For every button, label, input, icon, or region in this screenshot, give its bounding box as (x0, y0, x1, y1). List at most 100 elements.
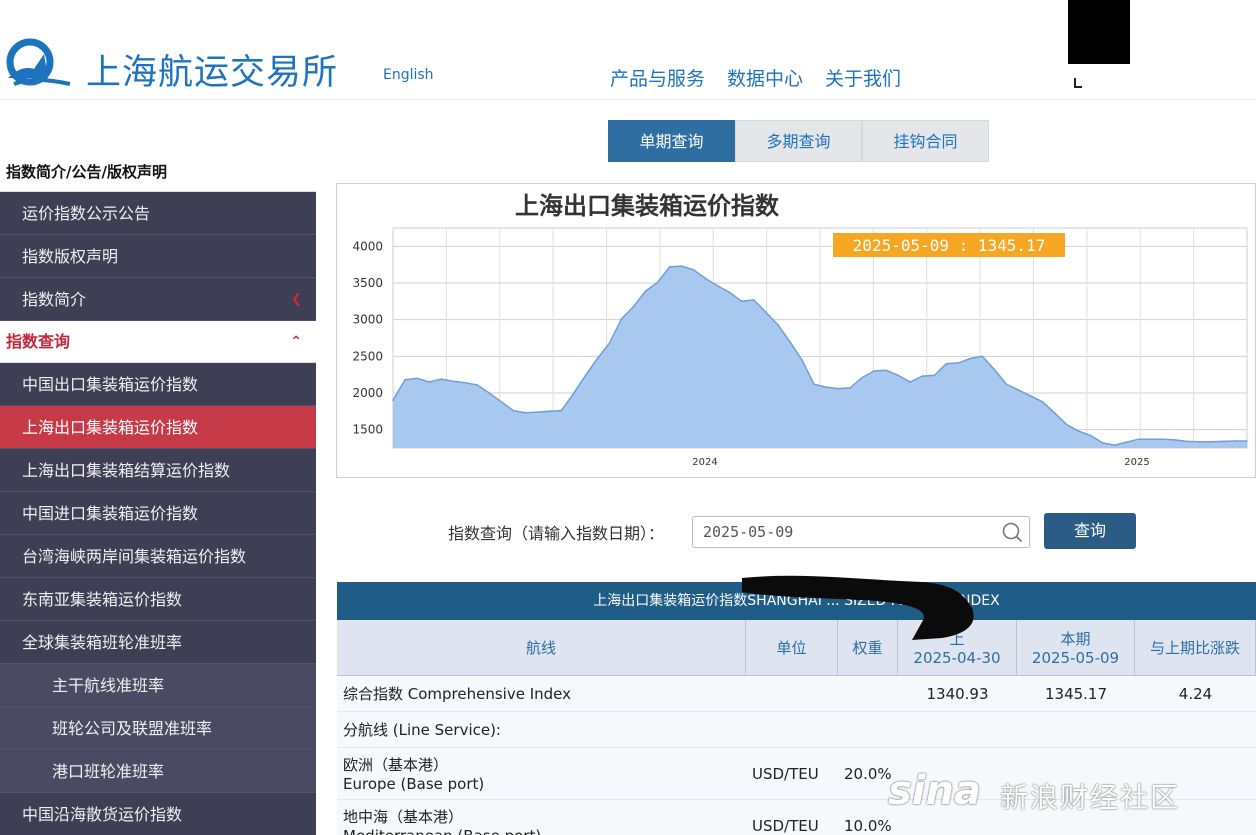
chevron-down-icon[interactable]: ❮ (291, 278, 302, 321)
sidebar-item-index-5[interactable]: 东南亚集装箱运价指数 (0, 578, 316, 621)
data-point (656, 281, 659, 284)
sidebar-item-copyright[interactable]: 指数版权声明 (0, 235, 316, 278)
data-point (1053, 412, 1056, 414)
data-point (1041, 401, 1044, 403)
col-prev-date: 2025-04-30 (913, 649, 1001, 667)
nav-data-center[interactable]: 数据中心 (727, 64, 803, 91)
watermark-text: 新浪财经社区 (1000, 781, 1181, 814)
data-point (993, 368, 996, 371)
sidebar-item-index-0[interactable]: 中国出口集装箱运价指数 (0, 363, 316, 406)
y-tick-label: 2500 (352, 349, 383, 363)
sidebar-section-index-query[interactable]: 指数查询 ⌃ (0, 321, 316, 363)
y-tick-label: 3000 (352, 313, 383, 327)
sse-logo-icon[interactable] (4, 38, 74, 88)
date-input[interactable]: 2025-05-09 (692, 516, 1030, 548)
sidebar-item-index-9[interactable]: 港口班轮准班率 (0, 750, 316, 793)
sidebar-item-label: 指数简介 (22, 290, 87, 309)
data-point (1150, 438, 1152, 440)
search-icon[interactable] (1001, 521, 1023, 543)
data-point (1029, 395, 1032, 397)
nav-products[interactable]: 产品与服务 (610, 64, 705, 91)
table-cell-unit: USD/TEU (746, 748, 838, 799)
query-label: 指数查询（请输入指数日期）： (448, 524, 665, 543)
sidebar-item-label: 运价指数公示公告 (22, 204, 151, 223)
chart-tooltip-text: 2025-05-09 : 1345.17 (853, 236, 1046, 255)
table-cell-cur: 1345.17 (1017, 676, 1135, 711)
data-point (596, 357, 599, 360)
data-point (668, 266, 671, 268)
data-point (717, 285, 719, 287)
data-point (945, 362, 948, 365)
x-tick-label: 2025 (1124, 457, 1149, 468)
data-point (813, 383, 815, 385)
x-tick-label: 2024 (692, 457, 717, 468)
sidebar-item-index-10[interactable]: 中国沿海散货运价指数 (0, 793, 316, 835)
english-link[interactable]: English (383, 67, 434, 83)
redaction-mark (1074, 78, 1082, 88)
data-point (1210, 441, 1212, 443)
sidebar-item-index-7[interactable]: 主干航线准班率 (0, 664, 316, 707)
sidebar-section-label: 指数查询 (6, 332, 71, 351)
sidebar-item-index-2[interactable]: 上海出口集装箱结算运价指数 (0, 449, 316, 492)
cell-text: 地中海（基本港） (343, 808, 464, 826)
data-point (512, 409, 515, 412)
sidebar-item-label: 班轮公司及联盟准班率 (52, 719, 213, 738)
data-point (416, 377, 418, 380)
sidebar-item-announcements[interactable]: 运价指数公示公告 (0, 192, 316, 235)
tab-linked-contract[interactable]: 挂钩合同 (862, 120, 989, 162)
data-point (680, 265, 683, 267)
sidebar-section-title[interactable]: 指数简介/公告/版权声明 (0, 152, 316, 192)
sidebar-item-index-4[interactable]: 台湾海峡两岸间集装箱运价指数 (0, 535, 316, 578)
table-cell-route: 分航线 (Line Service): (337, 712, 746, 747)
data-point (741, 300, 743, 303)
table-cell-route: 综合指数 Comprehensive Index (337, 676, 746, 711)
redaction-scribble (742, 575, 974, 640)
data-point (704, 277, 707, 280)
chart-svg[interactable]: 1500 2000 2500 3000 3500 4000 2024 2025 2025-05-… (337, 184, 1255, 477)
data-point (825, 386, 827, 388)
data-point (476, 384, 478, 386)
sidebar: 指数简介/公告/版权声明 运价指数公示公告 指数版权声明 指数简介 ❮ 指数查询 ⌃… (0, 152, 316, 835)
table-cell-cur (1017, 712, 1135, 747)
site-logo-text[interactable]: 上海航运交易所 (86, 44, 338, 95)
cell-text: 综合指数 Comprehensive Index (343, 685, 572, 703)
data-point (1077, 430, 1080, 432)
data-point (1101, 442, 1104, 444)
data-point (1186, 440, 1188, 443)
query-tabs: 单期查询 多期查询 挂钩合同 (608, 120, 989, 162)
sidebar-item-label: 东南亚集装箱运价指数 (22, 590, 183, 609)
data-point (524, 412, 527, 414)
top-nav: 产品与服务 数据中心 关于我们 (610, 64, 901, 91)
chevron-up-icon[interactable]: ⌃ (290, 321, 302, 363)
y-tick-label: 2000 (352, 386, 383, 400)
sidebar-item-intro[interactable]: 指数简介 ❮ (0, 278, 316, 321)
data-point (897, 374, 899, 377)
data-point (620, 318, 623, 320)
cell-text-english: Mediterranean (Base port) (343, 827, 746, 835)
tab-multi-period[interactable]: 多期查询 (735, 120, 862, 162)
data-point (1005, 383, 1008, 385)
data-point (500, 401, 503, 403)
nav-about[interactable]: 关于我们 (825, 64, 901, 91)
sidebar-item-label: 港口班轮准班率 (52, 762, 165, 781)
query-button[interactable]: 查询 (1044, 513, 1136, 549)
sidebar-item-index-3[interactable]: 中国进口集装箱运价指数 (0, 492, 316, 535)
data-point (1198, 441, 1200, 443)
cell-text: 1340.93 (926, 684, 989, 703)
data-point (428, 381, 430, 383)
sidebar-item-index-8[interactable]: 班轮公司及联盟准班率 (0, 707, 316, 750)
sina-logo-icon: sina (888, 768, 981, 814)
cell-text: USD/TEU (752, 764, 819, 783)
cell-text: USD/TEU (752, 816, 819, 835)
cell-text: 分航线 (Line Service): (343, 721, 501, 739)
cell-text: 10.0% (844, 816, 892, 835)
sidebar-item-label: 中国出口集装箱运价指数 (22, 375, 199, 394)
data-point (1246, 440, 1248, 442)
sidebar-item-index-1[interactable]: 上海出口集装箱运价指数 (0, 406, 316, 449)
cell-text-english: Europe (Base port) (343, 775, 485, 793)
data-point (404, 379, 406, 381)
tab-single-period[interactable]: 单期查询 (608, 120, 735, 162)
data-point (548, 410, 551, 413)
data-point (440, 378, 442, 380)
sidebar-item-index-6[interactable]: 全球集装箱班轮准班率 (0, 621, 316, 664)
